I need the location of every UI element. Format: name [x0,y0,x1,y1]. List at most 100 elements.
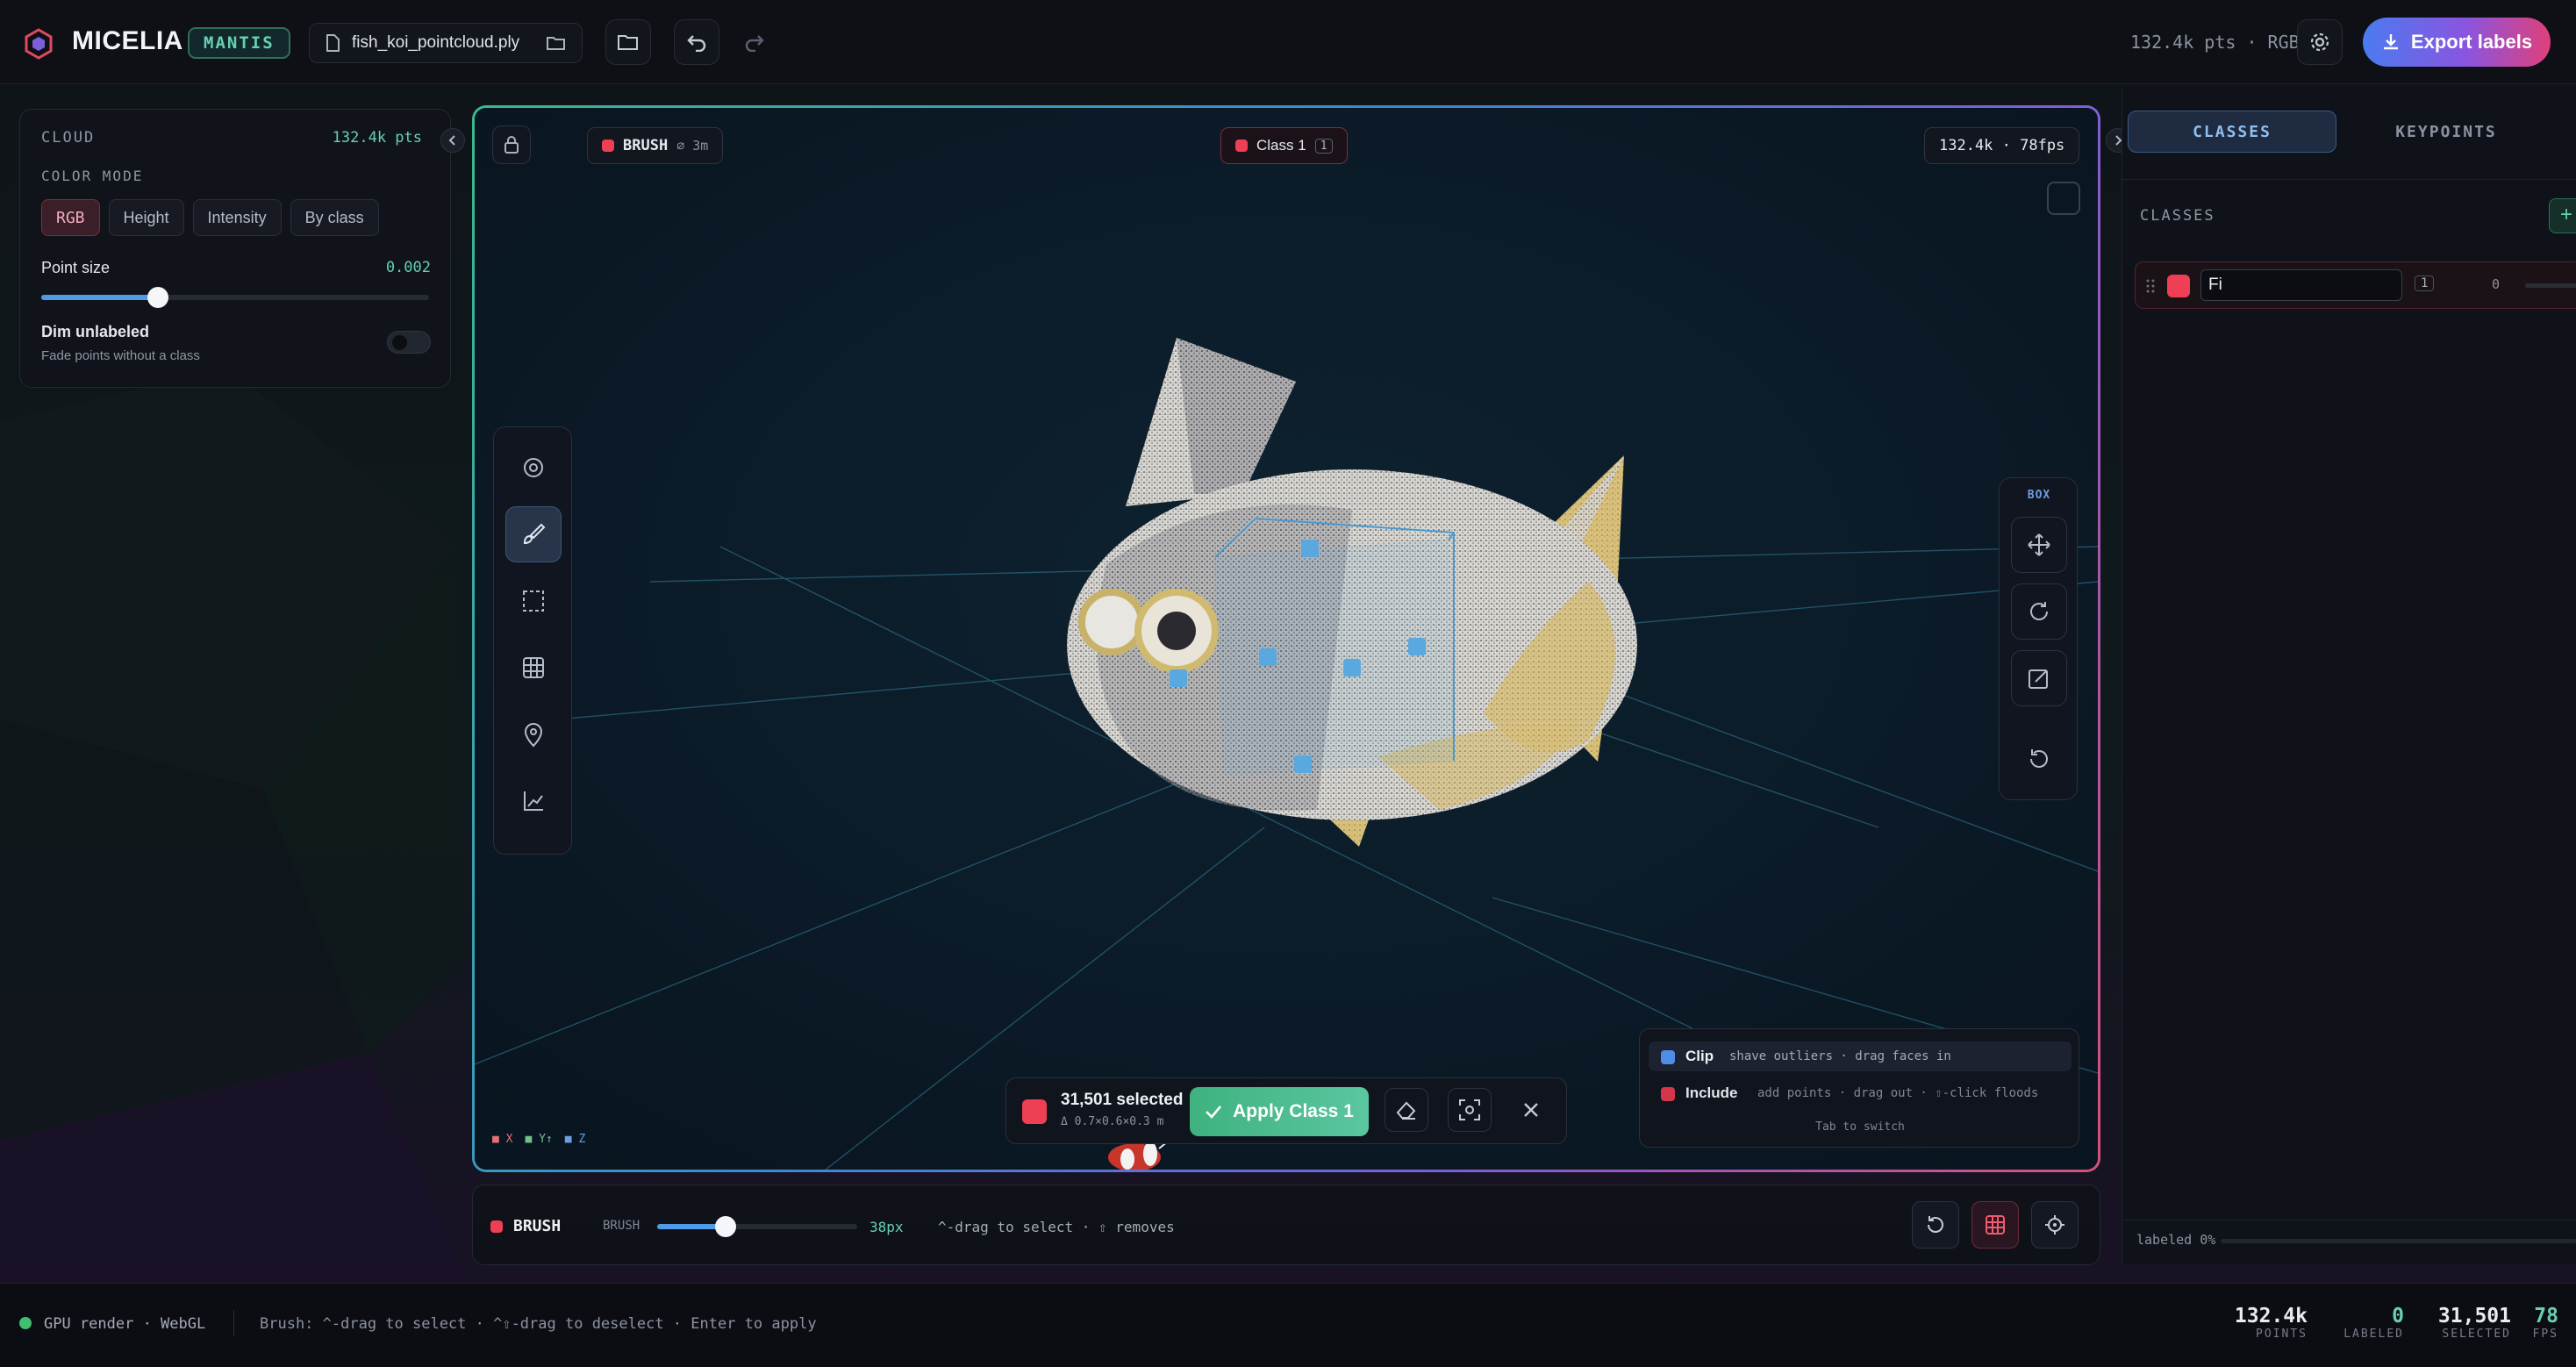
class-color-dot [1235,140,1248,152]
lock-view-button[interactable] [492,125,531,164]
pin-icon [524,723,543,748]
brush-size-slider[interactable] [657,1216,857,1237]
divider [2122,179,2576,180]
cloud-title: CLOUD [41,129,96,147]
point-size-handle[interactable] [147,287,168,308]
stat-points-value: 132.4k [2234,1305,2308,1328]
tab-keypoints[interactable]: KEYPOINTS [2342,111,2551,153]
reset-icon [2030,749,2048,768]
settings-button[interactable] [2297,19,2343,65]
box-move-button[interactable] [2011,517,2067,573]
status-hint: Brush: ^-drag to select · ^⇧-drag to des… [260,1315,817,1333]
tool-chip-size: ⌀ 3m [676,138,709,154]
box-tools-panel: BOX [1999,477,2078,800]
tab-switch-hint: Tab to switch [1815,1120,1905,1134]
drag-handle-icon[interactable] [2146,278,2155,294]
erase-selection-button[interactable] [1385,1088,1428,1132]
brush-tool-button[interactable] [505,506,562,562]
box-rotate-button[interactable] [2011,583,2067,640]
export-labels-button[interactable]: Export labels [2363,18,2551,67]
focus-selection-button[interactable] [1448,1088,1492,1132]
color-mode-rgb[interactable]: RGB [41,199,100,236]
stat-labeled-label: LABELED [2343,1328,2404,1341]
axis-y-label: ■ Y↑ [525,1133,553,1146]
active-class-number: 1 [1314,138,1333,154]
close-icon [1524,1103,1538,1117]
include-mode-desc: add points · drag out · ⇧-click floods [1757,1086,2039,1100]
orbit-icon [524,458,543,477]
reset-view-button[interactable] [1912,1201,1959,1249]
dim-unlabeled-toggle[interactable] [387,331,431,354]
active-class-chip[interactable]: Class 1 1 [1220,127,1348,164]
color-mode-label: COLOR MODE [41,168,144,184]
render-status: GPU render · WebGL [44,1315,206,1333]
class-name-input[interactable] [2200,269,2402,301]
open-folder-button[interactable] [605,19,651,65]
orbit-tool-button[interactable] [505,440,562,496]
class-progress-bar [2525,283,2576,288]
stat-selected-label: SELECTED [2442,1328,2511,1341]
axis-x-label: ■ X [492,1133,513,1146]
recenter-button[interactable] [2031,1201,2079,1249]
selection-dims: Δ 0.7×0.6×0.3 m [1061,1115,1164,1128]
stat-labeled: 0 LABELED [2334,1305,2404,1341]
class-row[interactable]: 1 0 [2135,261,2576,309]
apply-class-button[interactable]: Apply Class 1 [1190,1087,1369,1136]
clip-mode-desc: shave outliers · drag faces in [1729,1049,1951,1063]
tab-classes[interactable]: CLASSES [2128,111,2336,153]
measure-tool-button[interactable] [505,773,562,829]
point-cloud-scene[interactable] [475,108,2098,1170]
include-mode-dot [1661,1087,1675,1101]
grid-icon [523,657,544,678]
status-bar: GPU render · WebGL Brush: ^-drag to sele… [0,1283,2576,1367]
mantis-badge: MANTIS [188,27,290,59]
clear-selection-button[interactable] [1509,1088,1553,1132]
apply-class-label: Apply Class 1 [1233,1101,1354,1121]
color-mode-intensity[interactable]: Intensity [192,199,282,236]
undo-icon [687,35,706,52]
grid-tool-button[interactable] [505,640,562,696]
folder-open-icon[interactable] [547,35,566,51]
point-size-slider[interactable] [41,287,429,308]
redo-button[interactable] [732,19,777,65]
tool-color-dot [602,140,614,152]
undo-button[interactable] [674,19,719,65]
point-summary: 132.4k pts · RGB [2130,32,2300,53]
pin-tool-button[interactable] [505,706,562,762]
clip-mode-row[interactable]: Clip shave outliers · drag faces in [1649,1041,2072,1071]
selection-count: 31,501 selected [1061,1091,1184,1109]
redo-icon [745,35,764,52]
stat-selected: 31,501 SELECTED [2423,1305,2511,1341]
stat-labeled-value: 0 [2392,1305,2404,1328]
toggle-grid-button[interactable] [1971,1201,2019,1249]
3d-viewport[interactable]: BRUSH ⌀ 3m Class 1 1 132.4k · 78fps ■ X … [472,105,2100,1172]
box-reset-button[interactable] [2011,731,2067,787]
dim-unlabeled-label: Dim unlabeled [41,323,150,340]
folder-icon [618,35,638,50]
color-mode-by-class[interactable]: By class [290,199,379,236]
box-select-tool-button[interactable] [505,573,562,629]
classes-section-title: CLASSES [2140,207,2215,225]
tool-chip: BRUSH ⌀ 3m [587,127,724,164]
brush-size-label: BRUSH [603,1219,640,1233]
class-color-swatch[interactable] [2167,275,2190,297]
include-mode-row[interactable]: Include add points · drag out · ⇧-click … [1649,1078,2072,1108]
add-class-button[interactable]: + [2549,198,2576,233]
class-shortcut-key: 1 [2415,276,2435,291]
brush-size-handle[interactable] [715,1216,736,1237]
right-panel: CLASSES KEYPOINTS CLASSES + 1 0 labeled … [2122,88,2576,1263]
stat-fps-value: 78 [2534,1305,2558,1328]
point-size-fill [41,295,158,300]
tool-palette [493,426,572,855]
axes-chart-icon [524,791,543,811]
fullscreen-button[interactable] [2047,182,2080,215]
stat-points: 132.4k POINTS [2200,1305,2308,1341]
selection-color-swatch [1022,1099,1047,1124]
box-mode-hint-panel: Clip shave outliers · drag faces in Incl… [1639,1028,2079,1148]
dim-unlabeled-desc: Fade points without a class [41,348,200,363]
box-edit-button[interactable] [2011,650,2067,706]
color-mode-height[interactable]: Height [108,199,184,236]
reset-icon [1928,1216,1943,1233]
file-selector[interactable]: fish_koi_pointcloud.ply [309,23,583,63]
collapse-left-button[interactable] [440,128,465,153]
